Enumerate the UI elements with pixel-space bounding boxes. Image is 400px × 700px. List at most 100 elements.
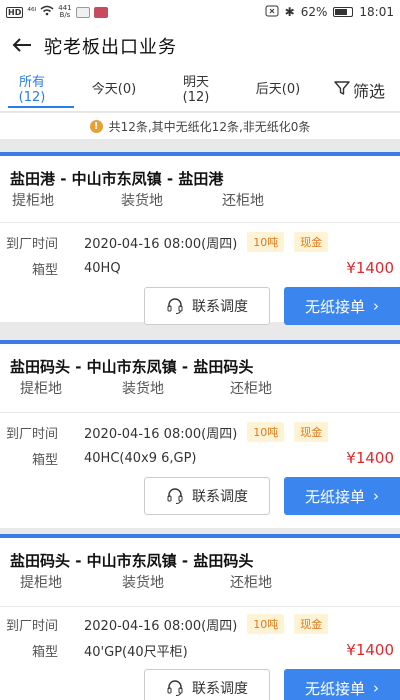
contact-dispatcher-button[interactable]: 联系调度 [144,477,270,515]
box-type-label: 箱型 [32,262,59,278]
arrival-row: 到厂时间 2020-04-16 08:00(周四) 10吨 现金 [0,229,400,255]
tab-tomorrow-label: 明天 [182,74,209,90]
headset-icon [167,680,183,696]
battery-text: 62% [300,5,328,19]
chevron-right-icon: › [373,297,379,315]
arrival-time-label: 到厂时间 [6,426,59,442]
app-header: 驼老板出口业务 [0,24,400,68]
box-row: 箱型 40HC(40x9 6,GP) ¥1400 [0,445,400,471]
hd-icon: HD [6,6,24,18]
funnel-icon [334,80,350,100]
route-text: 盐田码头 - 中山市东凤镇 - 盐田码头 [10,358,254,376]
headset-icon [167,488,183,504]
box-row: 箱型 40'GP(40尺平柜) ¥1400 [0,637,400,663]
clock: 18:01 [359,5,394,19]
active-tab-indicator [8,106,74,108]
page-title: 驼老板出口业务 [44,37,177,58]
tab-all-label: 所有 [18,74,45,90]
price: ¥1400 [346,259,394,277]
return-label: 还柜地 [222,193,264,209]
box-row: 箱型 40HQ ¥1400 [0,255,400,281]
accept-order-button[interactable]: 无纸接单 › [284,477,400,515]
order-card: 盐田码头 - 中山市东凤镇 - 盐田码头 提柜地 装货地 还柜地 到厂时间 20… [0,340,400,528]
info-icon: ! [89,119,103,133]
divider [0,222,400,223]
order-card: 盐田港 - 中山市东凤镇 - 盐田港 提柜地 装货地 还柜地 到厂时间 2020… [0,152,400,325]
price: ¥1400 [346,449,394,467]
contact-dispatcher-button[interactable]: 联系调度 [144,287,270,325]
headset-icon [167,298,183,314]
card-actions: 联系调度 无纸接单 › [0,281,400,325]
payment-tag: 现金 [294,422,329,442]
signal-icon: ⁴⁶ᴵ [27,7,37,17]
accept-order-button[interactable]: 无纸接单 › [284,287,400,325]
contact-label: 联系调度 [192,299,248,315]
route-labels: 提柜地 装货地 还柜地 [0,378,400,398]
wifi-icon [40,5,54,19]
status-right: ✱ 62% 18:01 [265,5,394,20]
return-label: 还柜地 [230,575,272,591]
bluetooth-icon: ✱ [284,5,295,19]
box-type-value: 40'GP(40尺平柜) [84,644,188,660]
loading-label: 装货地 [121,193,163,209]
status-left: HD ⁴⁶ᴵ 441 B/s [6,5,108,19]
chevron-right-icon: › [373,679,379,697]
box-type-label: 箱型 [32,644,59,660]
contact-label: 联系调度 [192,489,248,505]
accept-label: 无纸接单 [304,487,365,506]
tab-day-after[interactable]: 后天(0) [228,82,328,97]
filter-label: 筛选 [353,81,386,101]
accept-label: 无纸接单 [304,297,365,316]
tab-today-label: 今天(0) [91,82,137,97]
arrival-row: 到厂时间 2020-04-16 08:00(周四) 10吨 现金 [0,611,400,637]
contact-label: 联系调度 [192,681,248,697]
weight-tag: 10吨 [247,422,285,442]
chevron-right-icon: › [373,487,379,505]
contact-dispatcher-button[interactable]: 联系调度 [144,669,270,700]
status-bar: HD ⁴⁶ᴵ 441 B/s ✱ 62% 18:01 [0,0,400,24]
tab-all[interactable]: 所有 (12) [0,75,64,105]
divider [0,606,400,607]
arrival-time-value: 2020-04-16 08:00(周四) [84,618,238,634]
box-type-value: 40HQ [84,260,121,276]
app-notification-icon [75,6,90,18]
accept-label: 无纸接单 [304,679,365,698]
pickup-label: 提柜地 [12,193,54,209]
back-arrow-icon[interactable] [0,34,44,59]
arrival-time-value: 2020-04-16 08:00(周四) [84,236,238,252]
card-actions: 联系调度 无纸接单 › [0,471,400,515]
pickup-label: 提柜地 [20,381,62,397]
tab-all-count: (12) [18,89,46,105]
box-type-label: 箱型 [32,452,59,468]
weight-tag: 10吨 [247,232,285,252]
box-type-value: 40HC(40x9 6,GP) [84,450,197,466]
nfc-icon [265,5,279,20]
payment-tag: 现金 [294,614,329,634]
order-card: 盐田码头 - 中山市东凤镇 - 盐田码头 提柜地 装货地 还柜地 到厂时间 20… [0,534,400,700]
battery-icon [333,7,354,17]
weight-tag: 10吨 [247,614,285,634]
tab-today[interactable]: 今天(0) [64,82,164,97]
arrival-time-value: 2020-04-16 08:00(周四) [84,426,238,442]
tab-tomorrow-count: (12) [182,89,210,105]
loading-label: 装货地 [122,381,164,397]
card-actions: 联系调度 无纸接单 › [0,663,400,700]
accept-order-button[interactable]: 无纸接单 › [284,669,400,700]
tab-tomorrow[interactable]: 明天 (12) [164,75,228,105]
route-labels: 提柜地 装货地 还柜地 [0,572,400,592]
filter-button[interactable]: 筛选 [334,78,385,102]
summary-notice: ! 共12条,其中无纸化12条,非无纸化0条 [0,113,400,139]
price: ¥1400 [346,641,394,659]
app-notification-icon-2 [93,6,108,18]
payment-tag: 现金 [294,232,329,252]
loading-label: 装货地 [122,575,164,591]
pickup-label: 提柜地 [20,575,62,591]
route-text: 盐田港 - 中山市东凤镇 - 盐田港 [10,170,224,188]
net-speed: 441 B/s [58,5,71,19]
notice-text: 共12条,其中无纸化12条,非无纸化0条 [108,119,311,134]
arrival-time-label: 到厂时间 [6,618,59,634]
arrival-time-label: 到厂时间 [6,236,59,252]
route-labels: 提柜地 装货地 还柜地 [0,190,400,210]
arrival-row: 到厂时间 2020-04-16 08:00(周四) 10吨 现金 [0,419,400,445]
return-label: 还柜地 [230,381,272,397]
